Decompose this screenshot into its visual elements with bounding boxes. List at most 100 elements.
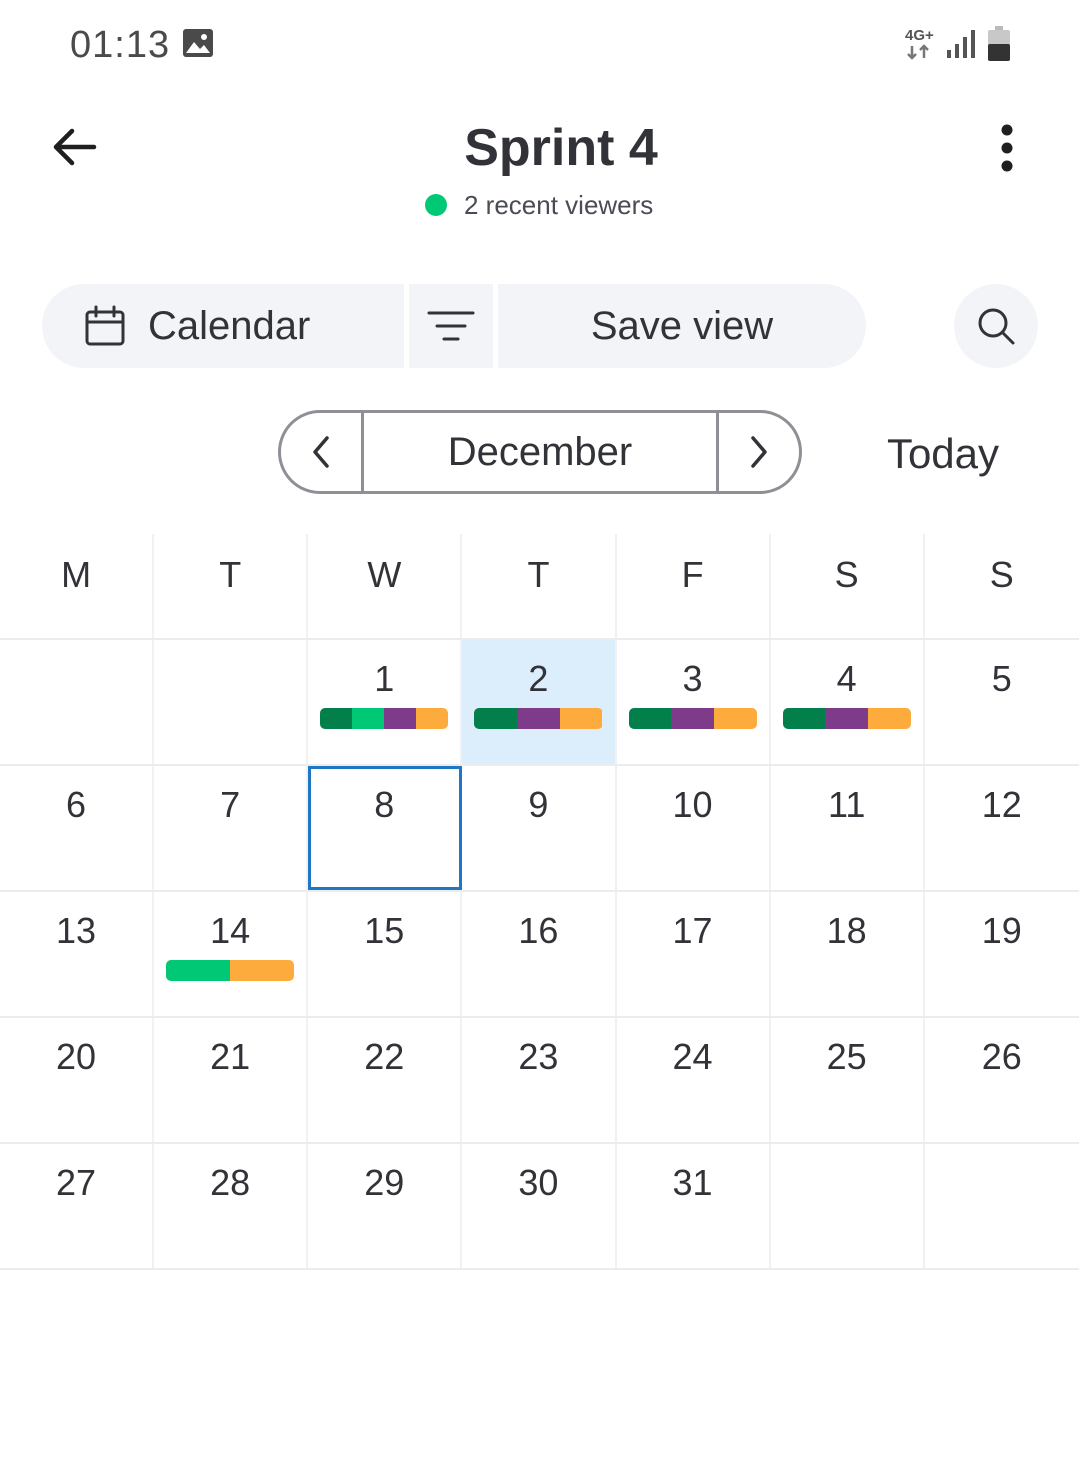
status-time: 01:13 xyxy=(70,24,171,66)
day-number: 2 xyxy=(528,658,549,699)
arrow-left-icon xyxy=(53,128,97,166)
calendar-empty-cell xyxy=(154,640,309,764)
calendar-day-20[interactable]: 20 xyxy=(0,1018,155,1142)
calendar-day-19[interactable]: 19 xyxy=(925,892,1079,1016)
calendar-week-row: 6 7 8 9 10 11 12 xyxy=(0,766,1079,892)
calendar-day-15[interactable]: 15 xyxy=(308,892,463,1016)
calendar-week-row: 13 14 15 16 17 18 19 xyxy=(0,892,1079,1018)
status-bar: 01:13 4G+ xyxy=(0,0,1079,90)
calendar-day-24[interactable]: 24 xyxy=(617,1018,771,1142)
calendar-day-8[interactable]: 8 xyxy=(308,766,463,890)
more-options-button[interactable] xyxy=(990,124,1024,174)
status-segment xyxy=(384,708,417,729)
status-segment xyxy=(517,708,560,729)
item-status-bar[interactable] xyxy=(320,708,449,729)
today-button[interactable]: Today xyxy=(870,426,1016,482)
day-number: 5 xyxy=(991,658,1012,699)
battery-icon xyxy=(988,26,1010,61)
item-status-bar[interactable] xyxy=(474,708,603,729)
day-number: 16 xyxy=(518,910,559,951)
filter-button[interactable] xyxy=(409,284,493,368)
status-segment xyxy=(628,708,672,729)
weekday-label: T xyxy=(154,534,309,638)
calendar-day-13[interactable]: 13 xyxy=(0,892,155,1016)
calendar-empty-cell xyxy=(771,1144,925,1268)
day-number: 15 xyxy=(364,910,405,951)
item-status-bar[interactable] xyxy=(782,708,911,729)
calendar-day-1[interactable]: 1 xyxy=(308,640,463,764)
day-number: 22 xyxy=(364,1036,405,1077)
calendar-day-16[interactable]: 16 xyxy=(462,892,617,1016)
day-number: 29 xyxy=(364,1162,405,1203)
calendar-day-27[interactable]: 27 xyxy=(0,1144,155,1268)
calendar-day-21[interactable]: 21 xyxy=(154,1018,309,1142)
online-dot-icon xyxy=(425,194,447,216)
status-segment xyxy=(230,960,295,981)
network-arrows-icon xyxy=(907,44,929,60)
status-segment xyxy=(352,708,385,729)
chevron-left-icon xyxy=(313,436,329,468)
status-segment xyxy=(868,708,911,729)
recent-viewers[interactable]: 2 recent viewers xyxy=(425,188,653,222)
calendar-day-7[interactable]: 7 xyxy=(154,766,309,890)
weekday-label: S xyxy=(771,534,925,638)
calendar-day-18[interactable]: 18 xyxy=(771,892,925,1016)
image-icon xyxy=(183,29,213,57)
calendar-day-5[interactable]: 5 xyxy=(925,640,1079,764)
search-button[interactable] xyxy=(954,284,1038,368)
calendar-day-14[interactable]: 14 xyxy=(154,892,309,1016)
next-month-button[interactable] xyxy=(719,413,799,491)
calendar-day-12[interactable]: 12 xyxy=(925,766,1079,890)
day-number: 9 xyxy=(528,784,549,825)
calendar-week-row: 27 28 29 30 31 xyxy=(0,1144,1079,1270)
day-number: 4 xyxy=(836,658,857,699)
status-segment xyxy=(782,708,826,729)
network-label: 4G+ xyxy=(905,27,934,44)
weekday-label: S xyxy=(989,554,1014,595)
month-label[interactable]: December xyxy=(361,413,719,491)
calendar-view-button[interactable]: Calendar xyxy=(42,284,404,368)
status-segment xyxy=(713,708,757,729)
calendar-empty-cell xyxy=(925,1144,1079,1268)
day-number: 21 xyxy=(210,1036,251,1077)
back-button[interactable] xyxy=(50,122,100,172)
calendar-icon xyxy=(85,305,125,346)
calendar-day-26[interactable]: 26 xyxy=(925,1018,1079,1142)
network-indicator: 4G+ xyxy=(905,28,941,62)
month-navigator: December xyxy=(278,410,802,494)
day-number: 7 xyxy=(220,784,241,825)
calendar-day-3[interactable]: 3 xyxy=(617,640,771,764)
calendar-day-6[interactable]: 6 xyxy=(0,766,155,890)
calendar-day-28[interactable]: 28 xyxy=(154,1144,309,1268)
calendar-day-17[interactable]: 17 xyxy=(617,892,771,1016)
calendar-day-31[interactable]: 31 xyxy=(617,1144,771,1268)
day-number: 23 xyxy=(518,1036,559,1077)
day-number: 26 xyxy=(981,1036,1022,1077)
vertical-dots-icon xyxy=(1001,124,1013,172)
calendar-day-2[interactable]: 2 xyxy=(462,640,617,764)
calendar-week-row: 1 2 3 4 5 xyxy=(0,640,1079,766)
calendar-day-22[interactable]: 22 xyxy=(308,1018,463,1142)
calendar-grid: MTWTFSS 1 2 3 4 5 6 7 8 9 10 11 12 13 14 15 16 17 18 19 20 2… xyxy=(0,534,1079,1270)
calendar-day-29[interactable]: 29 xyxy=(308,1144,463,1268)
status-segment xyxy=(474,708,518,729)
save-view-button[interactable]: Save view xyxy=(498,284,866,368)
calendar-day-10[interactable]: 10 xyxy=(617,766,771,890)
calendar-day-9[interactable]: 9 xyxy=(462,766,617,890)
item-status-bar[interactable] xyxy=(166,960,295,981)
day-number: 3 xyxy=(682,658,703,699)
previous-month-button[interactable] xyxy=(281,413,361,491)
weekday-label: M xyxy=(0,534,155,638)
status-segment xyxy=(559,708,603,729)
calendar-day-11[interactable]: 11 xyxy=(771,766,925,890)
calendar-weeks: 1 2 3 4 5 6 7 8 9 10 11 12 13 14 15 16 17 18 19 20 21 22 23 24 2… xyxy=(0,640,1079,1270)
calendar-day-30[interactable]: 30 xyxy=(462,1144,617,1268)
calendar-day-23[interactable]: 23 xyxy=(462,1018,617,1142)
calendar-day-25[interactable]: 25 xyxy=(771,1018,925,1142)
item-status-bar[interactable] xyxy=(628,708,757,729)
calendar-day-4[interactable]: 4 xyxy=(771,640,925,764)
status-segment xyxy=(416,708,449,729)
day-number: 27 xyxy=(56,1162,97,1203)
status-segment xyxy=(166,960,231,981)
day-number: 12 xyxy=(981,784,1022,825)
